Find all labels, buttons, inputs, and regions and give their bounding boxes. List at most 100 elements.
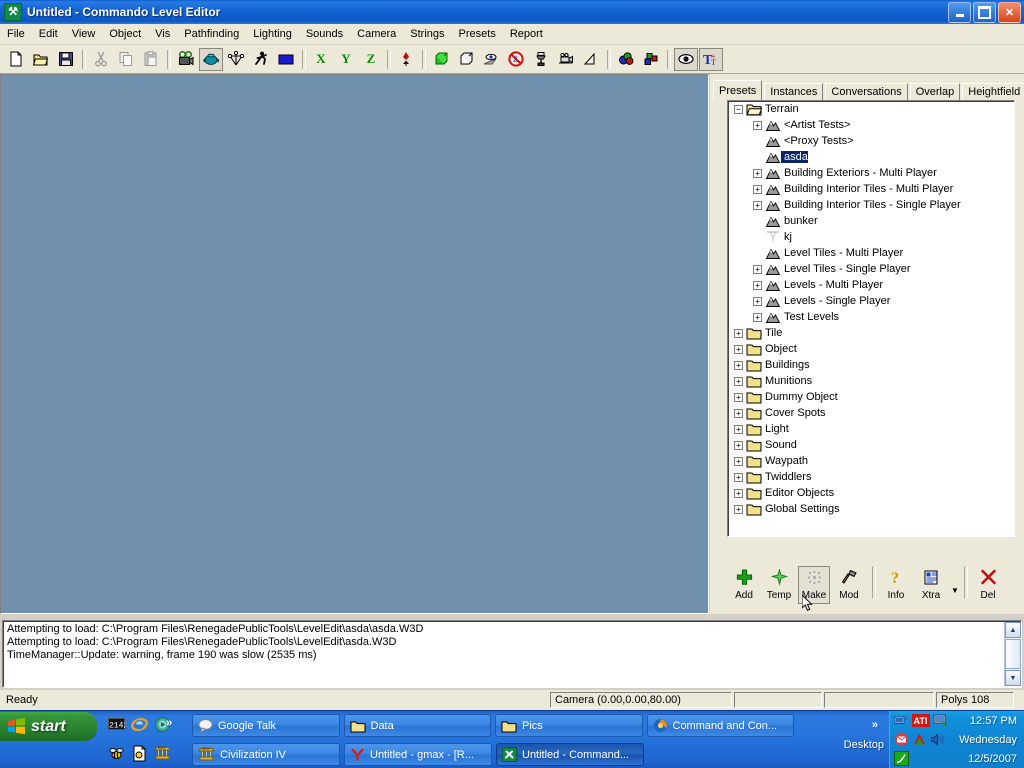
- menu-item-presets[interactable]: Presets: [452, 26, 503, 42]
- menu-item-sounds[interactable]: Sounds: [299, 26, 350, 42]
- display-icon[interactable]: [933, 713, 948, 728]
- tree-item[interactable]: +Object: [728, 341, 1014, 357]
- presets-tree[interactable]: −Terrain+<Artist Tests><Proxy Tests>asda…: [727, 100, 1015, 537]
- menu-item-edit[interactable]: Edit: [32, 26, 65, 42]
- visibility-icon[interactable]: [479, 48, 503, 71]
- gmail-icon[interactable]: [894, 732, 909, 747]
- no-entry-icon[interactable]: Z: [504, 48, 528, 71]
- expand-icon[interactable]: +: [753, 281, 762, 290]
- tree-item[interactable]: +Munitions: [728, 373, 1014, 389]
- quicklaunch-chevron-icon[interactable]: »: [166, 717, 172, 729]
- tree-item[interactable]: +Level Tiles - Single Player: [728, 261, 1014, 277]
- camera-view-icon[interactable]: [554, 48, 578, 71]
- camera-icon[interactable]: [174, 48, 198, 71]
- temp-button[interactable]: Temp: [763, 566, 795, 604]
- tab-overlap[interactable]: Overlap: [910, 83, 961, 100]
- mod-button[interactable]: Mod: [833, 566, 865, 604]
- taskbar-button[interactable]: Untitled - Command...: [496, 743, 644, 766]
- terrain-icon[interactable]: [274, 48, 298, 71]
- taskbar-button[interactable]: Google Talk: [192, 714, 340, 737]
- tree-item[interactable]: +Building Interior Tiles - Single Player: [728, 197, 1014, 213]
- color-cubes-icon[interactable]: [639, 48, 663, 71]
- show-wireframe-icon[interactable]: [429, 48, 453, 71]
- drop-to-ground-icon[interactable]: [394, 48, 418, 71]
- volume-icon[interactable]: [930, 732, 945, 747]
- copy-icon[interactable]: [114, 48, 138, 71]
- menu-item-object[interactable]: Object: [102, 26, 148, 42]
- tab-conversations[interactable]: Conversations: [825, 83, 907, 100]
- angle-tool-icon[interactable]: [579, 48, 603, 71]
- axis-z-icon[interactable]: Z: [359, 48, 383, 71]
- expand-icon[interactable]: +: [753, 185, 762, 194]
- tree-item[interactable]: <Proxy Tests>: [728, 133, 1014, 149]
- document-icon[interactable]: [131, 745, 148, 765]
- taskbar-chevron-icon[interactable]: »: [872, 719, 878, 731]
- ati-icon[interactable]: ATI: [912, 714, 930, 727]
- 2142-icon[interactable]: 2142: [108, 716, 125, 736]
- avg-icon[interactable]: [912, 732, 927, 747]
- taskbar-button[interactable]: Untitled - gmax - [R...: [344, 743, 492, 766]
- tree-item[interactable]: +Building Exteriors - Multi Player: [728, 165, 1014, 181]
- tree-item[interactable]: +Light: [728, 421, 1014, 437]
- tree-item[interactable]: +Tile: [728, 325, 1014, 341]
- axis-x-icon[interactable]: X: [309, 48, 333, 71]
- expand-icon[interactable]: +: [753, 265, 762, 274]
- menu-item-file[interactable]: File: [0, 26, 32, 42]
- menu-item-camera[interactable]: Camera: [350, 26, 403, 42]
- minimize-button[interactable]: [948, 2, 971, 23]
- maximize-button[interactable]: [973, 2, 996, 23]
- internet-explorer-icon[interactable]: [131, 716, 148, 736]
- tree-item[interactable]: +<Artist Tests>: [728, 117, 1014, 133]
- tab-instances[interactable]: Instances: [764, 83, 823, 100]
- tree-item[interactable]: +Building Interior Tiles - Multi Player: [728, 181, 1014, 197]
- color-spheres-icon[interactable]: [614, 48, 638, 71]
- tree-item[interactable]: +Waypath: [728, 453, 1014, 469]
- network-icon[interactable]: [894, 713, 909, 728]
- tree-item[interactable]: +Editor Objects: [728, 485, 1014, 501]
- eye-view-icon[interactable]: [674, 48, 698, 71]
- del-button[interactable]: Del: [972, 566, 1004, 604]
- show-box-icon[interactable]: [454, 48, 478, 71]
- expand-icon[interactable]: +: [734, 441, 743, 450]
- teapot-object-icon[interactable]: [199, 48, 223, 71]
- make-button[interactable]: Make: [798, 566, 830, 604]
- expand-icon[interactable]: +: [753, 201, 762, 210]
- add-button[interactable]: Add: [728, 566, 760, 604]
- expand-icon[interactable]: +: [734, 489, 743, 498]
- tree-item[interactable]: +Levels - Multi Player: [728, 277, 1014, 293]
- tree-item[interactable]: +Sound: [728, 437, 1014, 453]
- new-file-icon[interactable]: [4, 48, 28, 71]
- expand-icon[interactable]: +: [753, 297, 762, 306]
- axis-y-icon[interactable]: Y: [334, 48, 358, 71]
- bee-icon[interactable]: [108, 745, 125, 765]
- taskbar-button[interactable]: Data: [344, 714, 492, 737]
- collapse-icon[interactable]: −: [734, 105, 743, 114]
- expand-icon[interactable]: +: [734, 505, 743, 514]
- axis-gizmo-icon[interactable]: [224, 48, 248, 71]
- tab-heightfield[interactable]: Heightfield: [962, 83, 1024, 100]
- expand-icon[interactable]: +: [734, 329, 743, 338]
- expand-icon[interactable]: +: [734, 377, 743, 386]
- desktop-toolbar-label[interactable]: Desktop: [844, 739, 884, 751]
- expand-icon[interactable]: +: [734, 473, 743, 482]
- expand-icon[interactable]: +: [734, 345, 743, 354]
- tree-item[interactable]: −Terrain: [728, 101, 1014, 117]
- text-tool-icon[interactable]: T+T: [699, 48, 723, 71]
- lighting-icon[interactable]: [529, 48, 553, 71]
- menu-item-lighting[interactable]: Lighting: [246, 26, 299, 42]
- tree-item[interactable]: Level Tiles - Multi Player: [728, 245, 1014, 261]
- taskbar-button[interactable]: CIVCivilization IV: [192, 743, 340, 766]
- tree-item[interactable]: +Twiddlers: [728, 469, 1014, 485]
- menu-item-view[interactable]: View: [65, 26, 103, 42]
- scroll-down-icon[interactable]: ▼: [1005, 670, 1021, 686]
- tree-item[interactable]: kj: [728, 229, 1014, 245]
- menu-item-vis[interactable]: Vis: [148, 26, 177, 42]
- signal-icon[interactable]: [894, 751, 909, 766]
- expand-icon[interactable]: +: [753, 313, 762, 322]
- xtra-button[interactable]: Xtra: [915, 566, 947, 604]
- tree-item[interactable]: bunker: [728, 213, 1014, 229]
- start-button[interactable]: start: [0, 712, 97, 741]
- tree-item[interactable]: +Levels - Single Player: [728, 293, 1014, 309]
- menu-item-report[interactable]: Report: [503, 26, 550, 42]
- open-file-icon[interactable]: [29, 48, 53, 71]
